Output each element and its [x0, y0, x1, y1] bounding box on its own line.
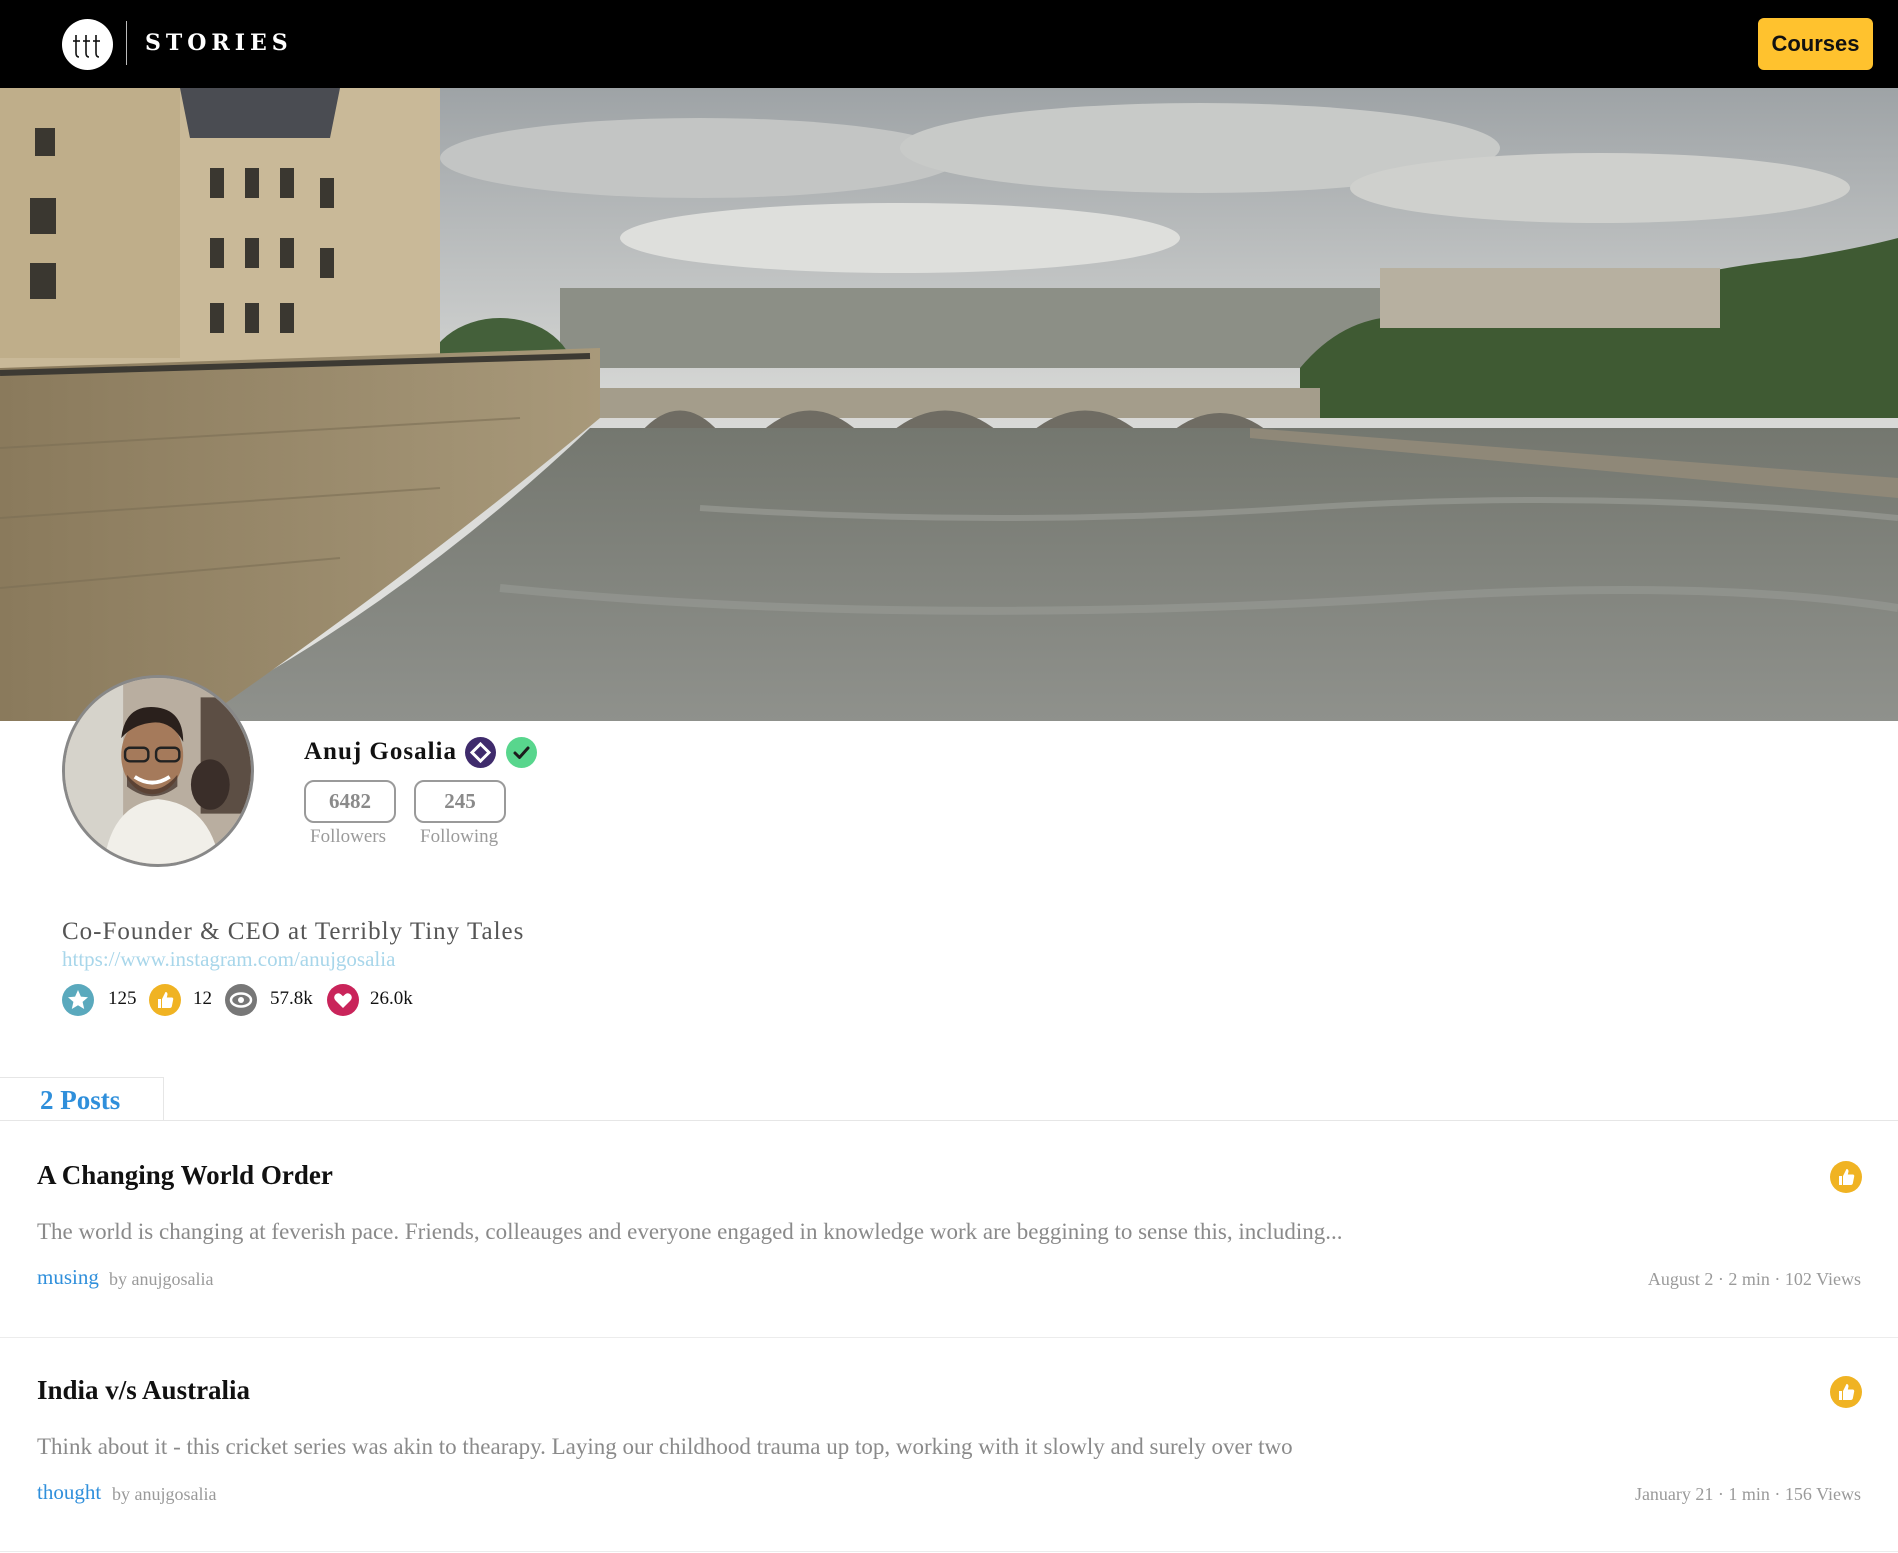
profile-name: Anuj Gosalia [304, 738, 458, 765]
post-title[interactable]: A Changing World Order [37, 1160, 333, 1191]
views-value: 57.8k [270, 988, 313, 1009]
avatar[interactable] [62, 675, 254, 867]
post-tag[interactable]: thought [37, 1480, 101, 1505]
thumbs-up-icon [149, 984, 181, 1016]
hearts-value: 26.0k [370, 988, 413, 1009]
post-divider [0, 1337, 1898, 1338]
star-icon [62, 984, 94, 1016]
post-tag[interactable]: musing [37, 1265, 99, 1290]
like-button-icon[interactable] [1830, 1376, 1862, 1408]
instagram-link[interactable]: https://www.instagram.com/anujgosalia [62, 947, 395, 972]
post-meta: August 2 · 2 min · 102 Views [1647, 1269, 1861, 1289]
tab-posts-label[interactable]: 2 Posts [40, 1085, 120, 1116]
eye-icon [225, 984, 257, 1016]
tab-divider [0, 1120, 1898, 1121]
followers-label: Followers [310, 826, 386, 847]
top-bar: STORIES Courses [0, 0, 1898, 88]
heart-icon [327, 984, 359, 1016]
logo-divider [126, 21, 127, 65]
verified-check-icon [506, 737, 537, 768]
post-excerpt[interactable]: The world is changing at feverish pace. … [37, 1219, 1343, 1245]
post-excerpt[interactable]: Think about it - this cricket series was… [37, 1434, 1293, 1460]
likes-value: 12 [193, 988, 212, 1009]
post-author: by anujgosalia [112, 1484, 217, 1504]
post-title[interactable]: India v/s Australia [37, 1375, 250, 1406]
post-author: by anujgosalia [109, 1269, 214, 1289]
like-button-icon[interactable] [1830, 1161, 1862, 1193]
following-count-button[interactable]: 245 [414, 780, 506, 823]
cover-photo [0, 88, 1898, 721]
brand-title[interactable]: STORIES [145, 30, 293, 56]
post-meta: January 21 · 1 min · 156 Views [1634, 1484, 1861, 1504]
profile-bio: Co-Founder & CEO at Terribly Tiny Tales [62, 918, 525, 945]
ttt-logo-icon[interactable] [62, 19, 113, 70]
followers-count-button[interactable]: 6482 [304, 780, 396, 823]
following-label: Following [420, 826, 499, 847]
post-divider [0, 1551, 1898, 1552]
courses-button[interactable]: Courses [1758, 18, 1873, 70]
diamond-badge-icon[interactable] [465, 737, 496, 768]
stars-value: 125 [108, 988, 137, 1009]
